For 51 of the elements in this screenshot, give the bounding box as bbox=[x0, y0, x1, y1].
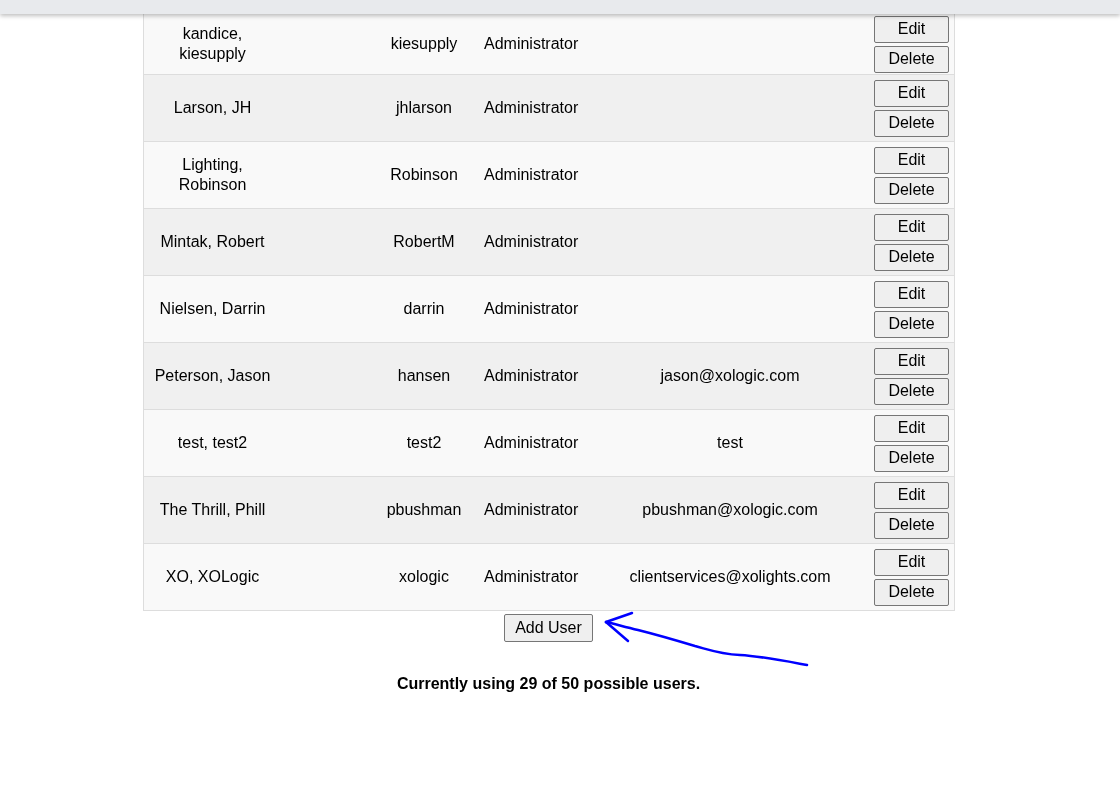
user-role: Administrator bbox=[484, 300, 579, 317]
user-name: kandice, kiesupply bbox=[179, 25, 246, 62]
edit-button[interactable]: Edit bbox=[874, 481, 949, 509]
user-name: test, test2 bbox=[177, 434, 248, 451]
user-name: Larson, JH bbox=[173, 99, 252, 116]
delete-button[interactable]: Delete bbox=[874, 511, 949, 539]
delete-button[interactable]: Delete bbox=[874, 243, 949, 271]
delete-button[interactable]: Delete bbox=[874, 45, 949, 73]
username: RobertM bbox=[393, 233, 455, 250]
edit-button[interactable]: Edit bbox=[874, 347, 949, 375]
user-name: Lighting, Robinson bbox=[178, 156, 247, 193]
delete-button[interactable]: Delete bbox=[874, 444, 949, 472]
user-role: Administrator bbox=[484, 568, 579, 585]
delete-button[interactable]: Delete bbox=[874, 310, 949, 338]
user-role: Administrator bbox=[484, 166, 579, 183]
user-name: Mintak, Robert bbox=[160, 233, 265, 250]
username: Robinson bbox=[390, 166, 458, 183]
username: hansen bbox=[397, 367, 451, 384]
delete-button[interactable]: Delete bbox=[874, 377, 949, 405]
user-name: XO, XOLogic bbox=[165, 568, 260, 585]
edit-button[interactable]: Edit bbox=[874, 548, 949, 576]
edit-button[interactable]: Edit bbox=[874, 280, 949, 308]
username: pbushman bbox=[386, 501, 462, 518]
user-email: test bbox=[717, 434, 743, 451]
user-name: Peterson, Jason bbox=[154, 367, 271, 384]
add-user-button[interactable]: Add User bbox=[504, 614, 593, 642]
edit-button[interactable]: Edit bbox=[874, 146, 949, 174]
delete-button[interactable]: Delete bbox=[874, 109, 949, 137]
username: kiesupply bbox=[390, 35, 458, 52]
user-role: Administrator bbox=[484, 367, 579, 384]
edit-button[interactable]: Edit bbox=[874, 15, 949, 43]
username: test2 bbox=[406, 434, 442, 451]
usage-note: Currently using 29 of 50 possible users. bbox=[396, 674, 701, 694]
username: xologic bbox=[399, 568, 449, 585]
user-email: jason@xologic.com bbox=[660, 367, 800, 384]
delete-button[interactable]: Delete bbox=[874, 176, 949, 204]
user-role: Administrator bbox=[484, 233, 579, 250]
edit-button[interactable]: Edit bbox=[874, 414, 949, 442]
user-role: Administrator bbox=[484, 35, 579, 52]
user-role: Administrator bbox=[484, 501, 579, 518]
edit-button[interactable]: Edit bbox=[874, 79, 949, 107]
user-name: The Thrill, Phill bbox=[159, 501, 266, 518]
user-role: Administrator bbox=[484, 99, 579, 116]
delete-button[interactable]: Delete bbox=[874, 578, 949, 606]
edit-button[interactable]: Edit bbox=[874, 213, 949, 241]
user-email: pbushman@xologic.com bbox=[642, 501, 818, 518]
user-email: clientservices@xolights.com bbox=[629, 568, 831, 585]
user-name: Nielsen, Darrin bbox=[159, 300, 266, 317]
username: jhlarson bbox=[396, 99, 452, 116]
user-role: Administrator bbox=[484, 434, 579, 451]
username: darrin bbox=[403, 300, 445, 317]
